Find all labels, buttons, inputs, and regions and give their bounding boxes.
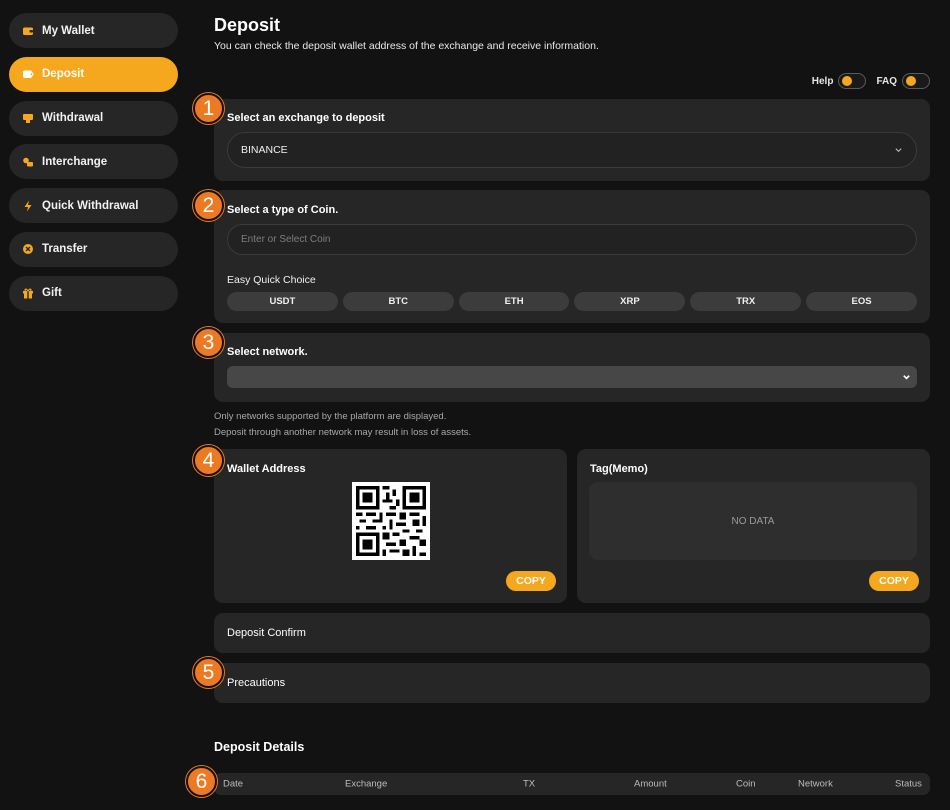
page-title: Deposit <box>214 15 281 35</box>
coin-chip-usdt[interactable]: USDT <box>227 292 338 311</box>
precautions-label: Precautions <box>227 677 286 689</box>
column-coin: Coin <box>736 778 756 790</box>
help-toggle[interactable] <box>838 73 867 89</box>
sidebar-item-label: Interchange <box>42 155 108 168</box>
deposit-confirm-panel[interactable]: Deposit Confirm <box>214 613 930 653</box>
step-marker-5: 5 <box>193 657 224 688</box>
column-amount: Amount <box>634 778 667 790</box>
exchange-selected-value: BINANCE <box>241 144 288 156</box>
sidebar-item-label: My Wallet <box>42 24 95 37</box>
tag-memo-empty: NO DATA <box>589 482 917 560</box>
sidebar-item-label: Gift <box>42 287 62 300</box>
deposit-details-title: Deposit Details <box>214 740 305 754</box>
sidebar-item-label: Deposit <box>42 68 85 81</box>
step-marker-2: 2 <box>193 190 224 221</box>
sidebar: My Wallet Deposit Withdrawal Interchange… <box>9 13 178 320</box>
faq-label: FAQ <box>876 75 897 87</box>
sidebar-item-gift[interactable]: Gift <box>9 275 178 311</box>
wallet-address-card: Wallet Address COPY <box>214 449 567 603</box>
coin-chip-xrp[interactable]: XRP <box>574 292 686 311</box>
lightning-icon <box>22 200 34 212</box>
exchange-card-title: Select an exchange to deposit <box>227 112 385 124</box>
column-tx: TX <box>523 778 536 790</box>
step-marker-3: 3 <box>193 327 224 358</box>
precautions-panel[interactable]: Precautions <box>214 663 930 703</box>
tag-memo-title: Tag(Memo) <box>590 463 648 475</box>
help-faq-toggles: Help FAQ <box>812 73 930 89</box>
wallet-address-title: Wallet Address <box>227 463 306 475</box>
copy-tag-memo-button[interactable]: COPY <box>869 571 919 591</box>
coin-chip-trx[interactable]: TRX <box>690 292 802 311</box>
no-data-label: NO DATA <box>731 515 775 527</box>
sidebar-item-quick-withdrawal[interactable]: Quick Withdrawal <box>9 188 178 224</box>
network-card-title: Select network. <box>227 346 308 358</box>
quick-choice-label: Easy Quick Choice <box>227 274 316 286</box>
column-date: Date <box>223 778 244 790</box>
page-subtitle: You can check the deposit wallet address… <box>214 40 599 52</box>
column-network: Network <box>798 778 833 790</box>
faq-toggle[interactable] <box>902 73 930 89</box>
exchange-select[interactable]: BINANCE <box>227 132 917 168</box>
network-note-warning: Deposit through another network may resu… <box>214 427 472 438</box>
copy-wallet-address-button[interactable]: COPY <box>506 571 556 591</box>
column-exchange: Exchange <box>345 778 388 790</box>
network-select[interactable] <box>227 366 917 388</box>
sidebar-item-deposit[interactable]: Deposit <box>9 56 178 92</box>
sidebar-item-label: Transfer <box>42 243 88 256</box>
coin-card-title: Select a type of Coin. <box>227 204 339 216</box>
help-label: Help <box>811 75 834 87</box>
network-card: Select network. <box>214 333 930 402</box>
sidebar-item-label: Quick Withdrawal <box>42 199 139 212</box>
interchange-icon <box>22 156 34 168</box>
chevron-down-icon <box>895 148 902 153</box>
coin-chip-eth[interactable]: ETH <box>458 292 570 311</box>
wallet-icon <box>22 25 34 37</box>
deposit-confirm-label: Deposit Confirm <box>227 627 306 639</box>
tag-memo-card: Tag(Memo) NO DATA COPY <box>577 449 930 603</box>
exchange-card: Select an exchange to deposit BINANCE <box>214 99 930 181</box>
wallet-qr-code <box>352 482 430 560</box>
quick-choice-chips: USDT BTC ETH XRP TRX EOS <box>227 292 917 311</box>
sidebar-item-interchange[interactable]: Interchange <box>9 144 178 180</box>
sidebar-item-transfer[interactable]: Transfer <box>9 231 178 267</box>
sidebar-item-label: Withdrawal <box>42 112 104 125</box>
coin-chip-eos[interactable]: EOS <box>806 292 917 311</box>
step-marker-1: 1 <box>193 93 224 124</box>
deposit-icon <box>22 68 34 80</box>
coin-chip-btc[interactable]: BTC <box>342 292 454 311</box>
column-status: Status <box>895 778 922 790</box>
deposit-details-table-header: Date Exchange TX Amount Coin Network Sta… <box>214 773 930 795</box>
gift-icon <box>22 287 34 299</box>
chevron-down-icon <box>903 375 910 380</box>
step-marker-4: 4 <box>193 445 224 476</box>
sidebar-item-withdrawal[interactable]: Withdrawal <box>9 100 178 136</box>
transfer-icon <box>22 243 34 255</box>
step-marker-6: 6 <box>186 766 217 797</box>
network-note-supported: Only networks supported by the platform … <box>214 411 447 422</box>
coin-card: Select a type of Coin. Easy Quick Choice… <box>214 190 930 323</box>
sidebar-item-my-wallet[interactable]: My Wallet <box>9 13 178 48</box>
withdrawal-icon <box>22 112 34 124</box>
coin-search-input[interactable] <box>227 224 917 255</box>
